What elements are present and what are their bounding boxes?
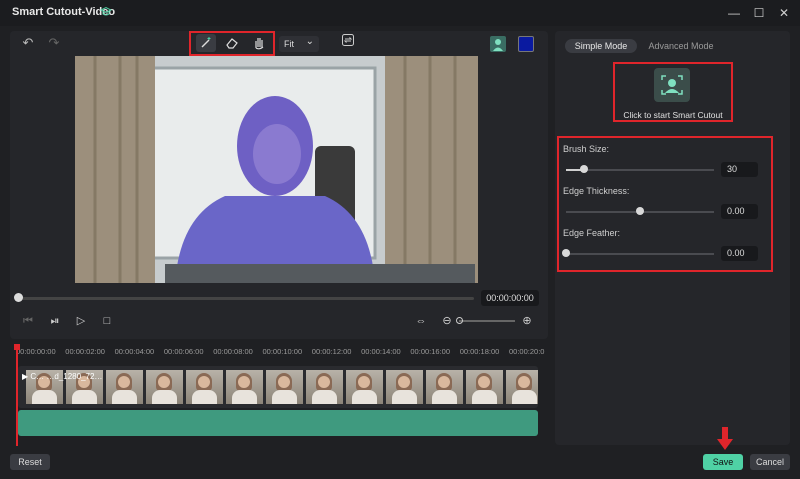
ruler-tick-label: 00:00:08:00 bbox=[213, 347, 253, 356]
stop-icon[interactable]: □ bbox=[98, 313, 116, 329]
ruler-tick-label: 00:00:06:00 bbox=[163, 347, 204, 356]
clip-thumbnail bbox=[426, 370, 463, 404]
play-icon[interactable]: ▷ bbox=[72, 313, 90, 329]
fit-dropdown[interactable]: Fit ⌄ bbox=[279, 36, 319, 52]
ruler-tick-label: 00:00:18:00 bbox=[459, 347, 500, 356]
fit-label: Fit bbox=[284, 39, 294, 49]
minimize-button[interactable]: — bbox=[725, 4, 743, 22]
zoom-in-icon[interactable]: ⊕ bbox=[518, 313, 536, 329]
clip-thumbnail bbox=[106, 370, 143, 404]
brush-size-label: Brush Size: bbox=[563, 144, 610, 154]
fit-timeline-icon[interactable]: ⇔ bbox=[412, 313, 430, 329]
clip-thumbnail bbox=[186, 370, 223, 404]
tab-advanced-mode[interactable]: Advanced Mode bbox=[645, 39, 717, 53]
edge-feather-value[interactable]: 0.00 bbox=[721, 246, 758, 261]
title-bar bbox=[0, 0, 800, 26]
undo-button[interactable]: ↶ bbox=[18, 33, 38, 53]
clip-thumbnail bbox=[266, 370, 303, 404]
ruler-tick-label: 00:00:04:00 bbox=[114, 347, 155, 356]
timeline-ruler[interactable]: 00:00:00:00 00:00:02:00 00:00:04:00 00:00:0… bbox=[10, 344, 544, 358]
clip-thumbnail bbox=[386, 370, 423, 404]
ruler-tick-label: 00:00:02:00 bbox=[65, 347, 105, 356]
edge-feather-slider[interactable] bbox=[566, 253, 714, 255]
person-preview-icon[interactable] bbox=[490, 36, 506, 52]
clip-thumbnail bbox=[506, 370, 538, 404]
edge-thickness-label: Edge Thickness: bbox=[563, 186, 630, 196]
clip-thumbnail bbox=[306, 370, 343, 404]
maximize-button[interactable]: ☐ bbox=[750, 4, 768, 22]
save-button[interactable]: Save bbox=[703, 454, 743, 470]
zoom-slider[interactable] bbox=[459, 320, 515, 322]
clip-name: ▶ C… …d_1280_72… bbox=[22, 372, 103, 381]
video-preview[interactable] bbox=[75, 56, 478, 283]
playback-scrubber[interactable] bbox=[18, 297, 474, 300]
step-play-icon[interactable]: ⏯ bbox=[46, 313, 64, 329]
playhead[interactable] bbox=[16, 344, 18, 446]
ruler-tick-label: 00:00:14:00 bbox=[361, 347, 401, 356]
color-swatch[interactable] bbox=[518, 36, 534, 52]
zoom-out-icon[interactable]: ⊖ bbox=[438, 313, 456, 329]
playhead-marker[interactable] bbox=[14, 344, 20, 350]
reset-button[interactable]: Reset bbox=[10, 454, 50, 470]
clip-thumbnail bbox=[226, 370, 263, 404]
chevron-down-icon: ⌄ bbox=[305, 36, 314, 47]
compare-icon[interactable] bbox=[338, 33, 358, 53]
arrow-down-icon bbox=[717, 427, 733, 450]
cancel-button[interactable]: Cancel bbox=[750, 454, 790, 470]
tab-simple-mode[interactable]: Simple Mode bbox=[565, 39, 637, 53]
zoom-slider-knob[interactable] bbox=[456, 317, 463, 324]
brush-add-icon[interactable] bbox=[196, 34, 216, 52]
clip-thumbnail bbox=[346, 370, 383, 404]
close-button[interactable]: ✕ bbox=[775, 4, 793, 22]
clip-thumbnail bbox=[146, 370, 183, 404]
redo-button[interactable]: ↷ bbox=[44, 33, 64, 53]
ruler-tick-label: 00:00:20:0 bbox=[509, 347, 545, 356]
edge-feather-knob[interactable] bbox=[562, 249, 570, 257]
ruler-tick-label: 00:00:10:00 bbox=[262, 347, 303, 356]
timecode-display: 00:00:00:00 bbox=[481, 290, 539, 306]
ruler-tick-label: 00:00:16:00 bbox=[410, 347, 451, 356]
smart-cutout-icon[interactable] bbox=[654, 68, 690, 102]
clip-thumbnail bbox=[466, 370, 503, 404]
mask-track[interactable] bbox=[18, 410, 538, 436]
smart-cutout-label: Click to start Smart Cutout bbox=[623, 110, 723, 120]
brush-size-knob[interactable] bbox=[579, 165, 588, 173]
hand-icon[interactable] bbox=[249, 34, 269, 52]
ruler-tick-label: 00:00:00:00 bbox=[16, 347, 56, 356]
edge-thickness-knob[interactable] bbox=[636, 207, 644, 215]
brush-size-value[interactable]: 30 bbox=[721, 162, 758, 177]
clip-name-text: C… …d_1280_72… bbox=[30, 372, 103, 381]
ruler-tick-label: 00:00:12:00 bbox=[311, 347, 352, 356]
graduation-cap-icon[interactable] bbox=[100, 6, 112, 18]
previous-frame-icon[interactable]: ⏮ bbox=[19, 313, 37, 329]
brush-size-slider[interactable] bbox=[566, 169, 714, 171]
scrubber-handle[interactable] bbox=[14, 293, 23, 302]
edge-thickness-value[interactable]: 0.00 bbox=[721, 204, 758, 219]
eraser-icon[interactable] bbox=[222, 34, 242, 52]
edge-feather-label: Edge Feather: bbox=[563, 228, 621, 238]
